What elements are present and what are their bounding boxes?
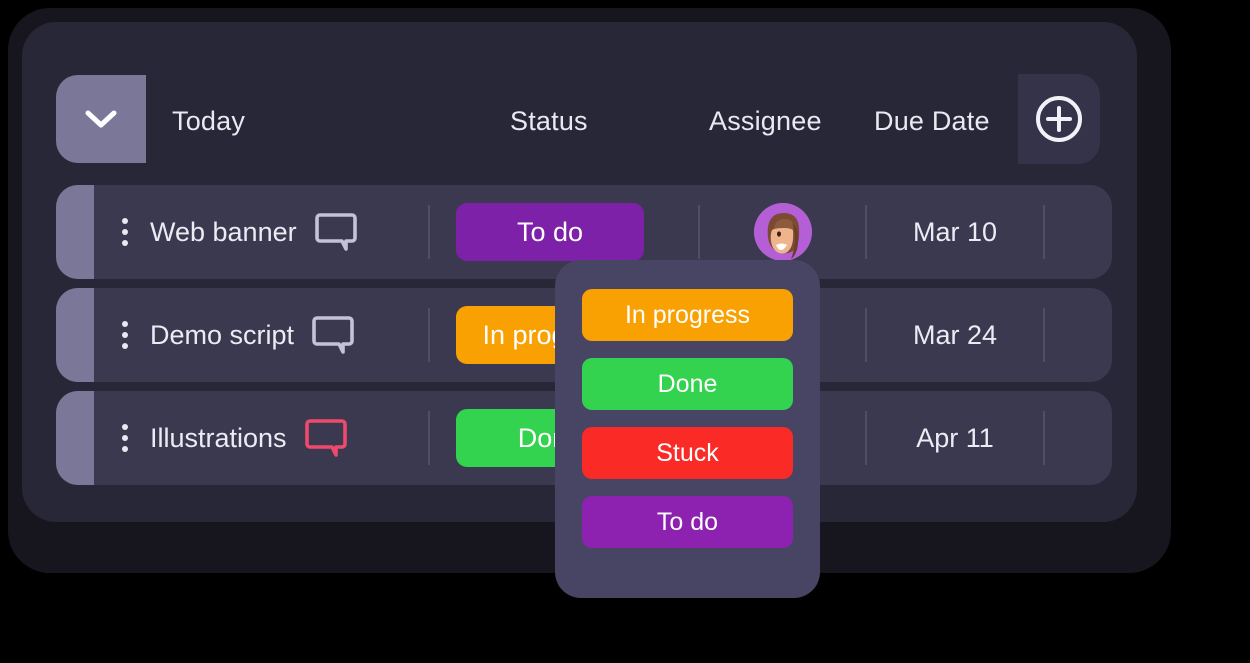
row-end-cell xyxy=(1045,185,1112,279)
comment-icon[interactable] xyxy=(304,415,351,461)
comment-icon[interactable] xyxy=(312,312,358,358)
dropdown-option-in-progress[interactable]: In progress xyxy=(582,289,793,341)
status-badge[interactable]: To do xyxy=(456,203,644,261)
column-header-due-date[interactable]: Due Date xyxy=(874,106,990,137)
add-column-button[interactable] xyxy=(1018,74,1100,164)
due-date-cell[interactable]: Mar 24 xyxy=(867,288,1043,382)
comment-icon[interactable] xyxy=(314,209,361,255)
due-date-label: Mar 10 xyxy=(912,216,998,247)
dropdown-option-stuck[interactable]: Stuck xyxy=(582,427,793,479)
due-date-label: Apr 11 xyxy=(916,422,994,453)
status-badge-label: To do xyxy=(516,216,584,247)
person-avatar-icon xyxy=(753,203,812,261)
dropdown-option-label: In progress xyxy=(624,300,751,329)
dropdown-option-to-do[interactable]: To do xyxy=(582,496,793,548)
group-title: Today xyxy=(172,106,246,136)
due-date-cell[interactable]: Apr 11 xyxy=(867,391,1043,485)
due-date-cell[interactable]: Mar 10 xyxy=(867,185,1043,279)
chevron-down-icon xyxy=(84,109,118,129)
task-name-cell: Demo script xyxy=(94,288,428,382)
row-end-cell xyxy=(1045,288,1112,382)
row-accent-bar xyxy=(56,185,94,279)
board-header: Today Status Assignee Due Date xyxy=(22,22,1137,164)
collapse-group-button[interactable] xyxy=(56,75,146,163)
row-accent-bar xyxy=(56,288,94,382)
dropdown-option-label: Stuck xyxy=(656,438,719,467)
task-name-label: Web banner xyxy=(150,216,297,247)
due-date-label: Mar 24 xyxy=(912,319,998,350)
avatar[interactable] xyxy=(753,203,812,261)
dropdown-option-label: To do xyxy=(656,507,719,536)
row-accent-bar xyxy=(56,391,94,485)
dropdown-option-done[interactable]: Done xyxy=(582,358,793,410)
plus-circle-icon xyxy=(1034,94,1084,144)
row-end-cell xyxy=(1045,391,1112,485)
column-header-assignee[interactable]: Assignee xyxy=(709,106,822,137)
kebab-menu-icon[interactable] xyxy=(122,218,128,246)
task-name-cell: Web banner xyxy=(94,185,428,279)
kebab-menu-icon[interactable] xyxy=(122,424,128,452)
column-header-status[interactable]: Status xyxy=(510,106,588,137)
screen-root: Today Status Assignee Due Date Web banne… xyxy=(0,0,1250,663)
task-name-cell: Illustrations xyxy=(94,391,428,485)
status-dropdown-menu[interactable]: In progress Done Stuck To do xyxy=(555,260,820,598)
dropdown-option-label: Done xyxy=(657,369,718,398)
task-name-label: Illustrations xyxy=(150,422,287,453)
kebab-menu-icon[interactable] xyxy=(122,321,128,349)
task-name-label: Demo script xyxy=(150,319,295,350)
